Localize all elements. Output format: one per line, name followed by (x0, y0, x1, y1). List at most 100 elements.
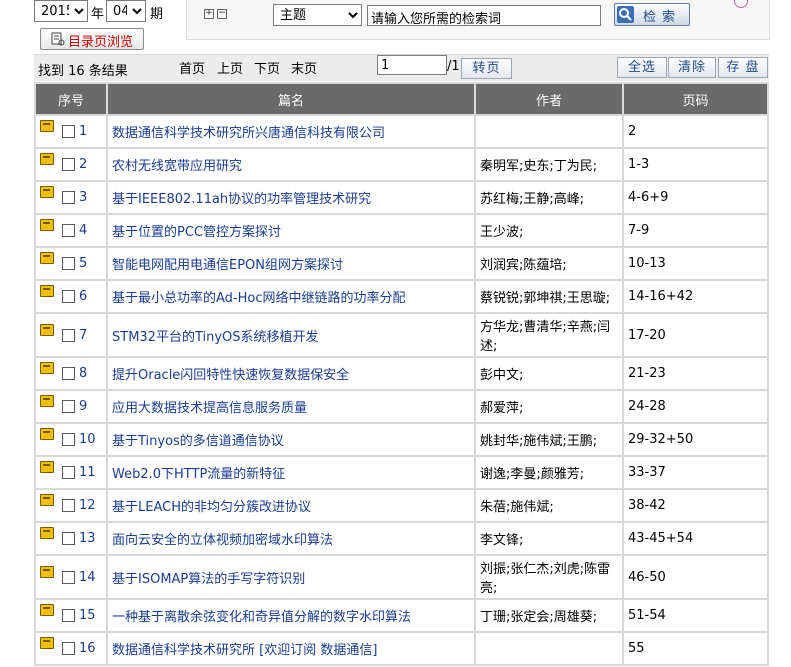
year-label: 年 (91, 7, 105, 22)
search-input[interactable]: 请输入您所需的检索词 (367, 5, 601, 27)
document-icon[interactable] (40, 395, 54, 407)
row-checkbox[interactable] (62, 642, 75, 655)
article-title-link[interactable]: 提升Oracle闪回特性快速恢复数据保安全 (108, 358, 474, 389)
article-title-link[interactable]: 基于Tinyos的多信道通信协议 (108, 424, 474, 455)
article-title-link[interactable]: 一种基于离散余弦变化和奇异值分解的数字水印算法 (108, 600, 474, 631)
document-icon[interactable] (40, 153, 54, 165)
row-index-cell: 6 (36, 281, 106, 312)
document-icon[interactable] (40, 323, 54, 336)
page-number-input[interactable]: 1 (377, 55, 447, 75)
next-page-link[interactable]: 下页 (254, 58, 280, 77)
article-title-link[interactable]: 基于ISOMAP算法的手写字符识别 (108, 556, 474, 598)
row-index-cell: 12 (36, 490, 106, 521)
row-index-cell: 7 (36, 314, 106, 356)
article-title-link[interactable]: 基于IEEE802.11ah协议的功率管理技术研究 (108, 182, 474, 213)
row-checkbox[interactable] (62, 466, 75, 479)
article-title-link[interactable]: 基于位置的PCC管控方案探讨 (108, 215, 474, 246)
row-number: 5 (79, 256, 88, 271)
first-page-link[interactable]: 首页 (179, 58, 205, 77)
row-index-cell: 2 (36, 149, 106, 180)
document-icon[interactable] (40, 461, 54, 473)
prev-page-link[interactable]: 上页 (217, 58, 243, 77)
save-button[interactable]: 存 盘 (718, 57, 768, 78)
document-icon[interactable] (40, 428, 54, 440)
expand-icon[interactable]: + (204, 9, 214, 19)
issue-select[interactable]: 04 (106, 0, 146, 22)
clear-button[interactable]: 清除 (668, 57, 716, 78)
article-title-link[interactable]: 基于LEACH的非均匀分簇改进协议 (108, 490, 474, 521)
table-row: 9 应用大数据技术提高信息服务质量 郝爱萍; 24-28 (36, 391, 767, 422)
article-authors: 谢逸;李曼;颜雅芳; (476, 457, 622, 488)
document-icon[interactable] (40, 637, 54, 649)
article-title-link[interactable]: 基于最小总功率的Ad-Hoc网络中继链路的功率分配 (108, 281, 474, 312)
search-button[interactable]: 检 索 (614, 3, 690, 26)
results-body: 1 数据通信科学技术研究所兴唐通信科技有限公司 2 2 农村无线宽带应用研究 秦… (36, 116, 767, 664)
table-row: 6 基于最小总功率的Ad-Hoc网络中继链路的功率分配 蔡锐锐;郭坤祺;王思璇;… (36, 281, 767, 312)
row-checkbox[interactable] (62, 191, 75, 204)
document-icon[interactable] (40, 186, 54, 198)
book-icon (51, 32, 65, 46)
row-number: 4 (79, 223, 88, 238)
row-number: 7 (79, 327, 88, 343)
article-title-link[interactable]: 农村无线宽带应用研究 (108, 149, 474, 180)
row-checkbox[interactable] (62, 290, 75, 303)
article-pages: 43-45+54 (624, 523, 767, 554)
row-checkbox[interactable] (62, 257, 75, 270)
article-title-link[interactable]: 面向云安全的立体视频加密域水印算法 (108, 523, 474, 554)
row-checkbox[interactable] (62, 400, 75, 413)
row-number: 16 (79, 641, 96, 656)
article-title-link[interactable]: 应用大数据技术提高信息服务质量 (108, 391, 474, 422)
article-title-link[interactable]: 数据通信科学技术研究所 [欢迎订阅 数据通信] (108, 633, 474, 664)
search-input-text: 请输入您所需的检索词 (371, 12, 502, 27)
row-checkbox[interactable] (62, 532, 75, 545)
article-pages: 38-42 (624, 490, 767, 521)
row-checkbox[interactable] (62, 433, 75, 446)
document-icon[interactable] (40, 494, 54, 506)
row-index-cell: 9 (36, 391, 106, 422)
search-field-select[interactable]: 主题 (273, 4, 362, 26)
article-authors: 郝爱萍; (476, 391, 622, 422)
row-index-cell: 8 (36, 358, 106, 389)
row-index-cell: 3 (36, 182, 106, 213)
article-authors: 蔡锐锐;郭坤祺;王思璇; (476, 281, 622, 312)
row-checkbox[interactable] (62, 570, 75, 584)
document-icon[interactable] (40, 362, 54, 374)
article-title-link[interactable]: 数据通信科学技术研究所兴唐通信科技有限公司 (108, 116, 474, 147)
search-icon (617, 6, 634, 23)
row-checkbox[interactable] (62, 125, 75, 138)
document-icon[interactable] (40, 604, 54, 616)
row-checkbox[interactable] (62, 224, 75, 237)
document-icon[interactable] (40, 527, 54, 539)
article-pages: 10-13 (624, 248, 767, 279)
table-row: 16 数据通信科学技术研究所 [欢迎订阅 数据通信] 55 (36, 633, 767, 664)
document-icon[interactable] (40, 219, 54, 231)
toc-browse-button[interactable]: 目录页浏览 (40, 28, 144, 50)
row-checkbox[interactable] (62, 609, 75, 622)
document-icon[interactable] (40, 120, 54, 132)
article-title-link[interactable]: Web2.0下HTTP流量的新特征 (108, 457, 474, 488)
row-checkbox[interactable] (62, 328, 75, 342)
header-index: 序号 (36, 84, 106, 114)
article-authors: 姚封华;施伟斌;王鹏; (476, 424, 622, 455)
document-icon[interactable] (40, 252, 54, 264)
collapse-icon[interactable]: − (217, 9, 227, 19)
last-page-link[interactable]: 末页 (291, 58, 317, 77)
article-title-link[interactable]: 智能电网配用电通信EPON组网方案探讨 (108, 248, 474, 279)
document-icon[interactable] (40, 565, 54, 578)
article-pages: 51-54 (624, 600, 767, 631)
row-number: 12 (79, 498, 96, 513)
row-checkbox[interactable] (62, 499, 75, 512)
row-checkbox[interactable] (62, 158, 75, 171)
table-row: 12 基于LEACH的非均匀分簇改进协议 朱蓓;施伟斌; 38-42 (36, 490, 767, 521)
goto-page-button[interactable]: 转页 (461, 58, 512, 79)
row-index-cell: 10 (36, 424, 106, 455)
select-all-button[interactable]: 全选 (617, 57, 667, 78)
article-pages: 7-9 (624, 215, 767, 246)
row-number: 9 (79, 399, 88, 414)
row-index-cell: 15 (36, 600, 106, 631)
document-icon[interactable] (40, 285, 54, 297)
year-select[interactable]: 2015 (34, 0, 88, 22)
article-pages: 2 (624, 116, 767, 147)
row-checkbox[interactable] (62, 367, 75, 380)
article-title-link[interactable]: STM32平台的TinyOS系统移植开发 (108, 314, 474, 356)
